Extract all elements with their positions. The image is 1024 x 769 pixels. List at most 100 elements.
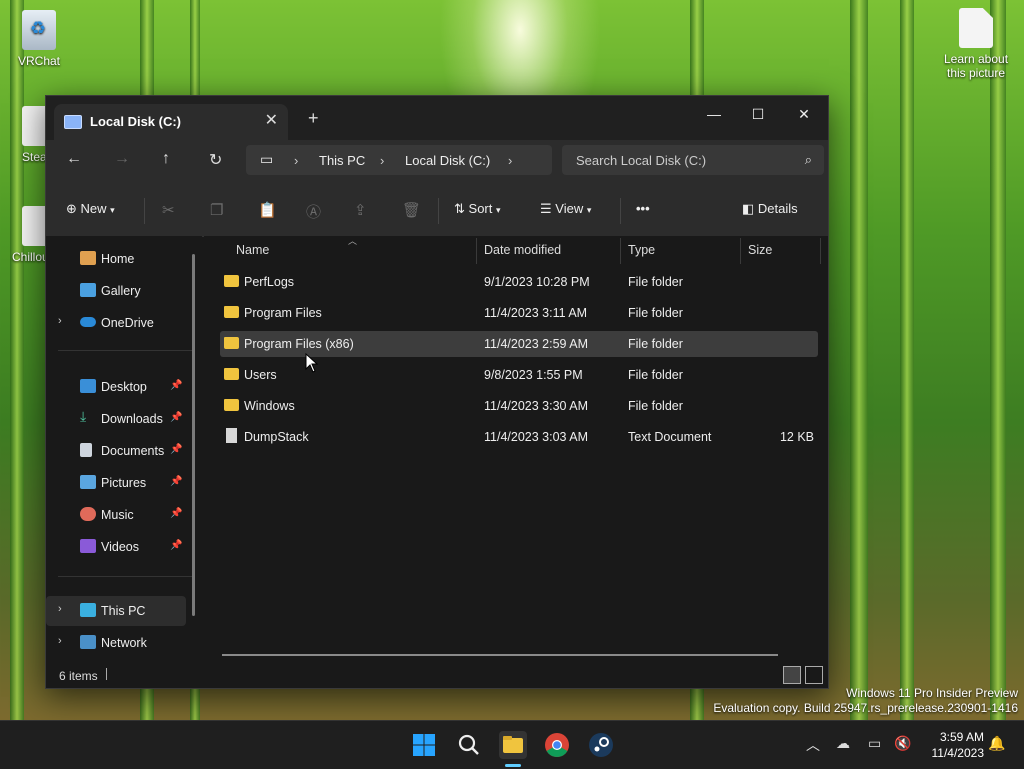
sidebar-item-music[interactable]: Music 📌	[46, 500, 186, 530]
start-button[interactable]	[410, 731, 438, 759]
paste-icon[interactable]: 📋	[258, 201, 277, 219]
file-explorer-taskbar-button[interactable]	[499, 731, 527, 767]
drive-icon	[64, 115, 82, 129]
delete-icon[interactable]: 🗑	[402, 201, 421, 219]
search-input[interactable]: Search Local Disk (C:) ⌕	[562, 145, 824, 175]
details-view-icon[interactable]	[783, 666, 801, 684]
column-divider[interactable]	[740, 238, 741, 264]
share-icon[interactable]: ⇪	[354, 201, 367, 219]
download-icon: ⤓	[80, 408, 87, 424]
clock[interactable]: 3:59 AM 11/4/2023	[932, 729, 985, 761]
breadcrumb-this-pc[interactable]: This PC	[319, 153, 365, 168]
chevron-right-icon: ›	[58, 635, 62, 647]
sidebar-item-videos[interactable]: Videos 📌	[46, 532, 186, 562]
pin-icon: 📌	[170, 412, 183, 423]
file-name: Program Files (x86)	[244, 337, 354, 351]
desktop-icon-steam[interactable]: Stea	[0, 106, 56, 164]
sort-label: Sort	[468, 201, 493, 216]
tab-local-disk[interactable]: Local Disk (C:) ✕	[54, 104, 288, 140]
address-bar: ← → ↑ ↻ ▭ › This PC › Local Disk (C:) › …	[46, 140, 828, 184]
chevron-right-icon: ›	[380, 153, 385, 168]
sidebar-item-downloads[interactable]: ⤓ Downloads 📌	[46, 404, 186, 434]
network-status-icon[interactable]: ▭	[868, 735, 881, 752]
chrome-taskbar-button[interactable]	[543, 731, 571, 759]
sidebar-item-network[interactable]: › Network	[46, 628, 186, 658]
breadcrumb-local-disk[interactable]: Local Disk (C:)	[405, 153, 490, 168]
search-icon: ⌕	[804, 152, 812, 167]
search-icon	[458, 734, 479, 755]
steam-taskbar-button[interactable]	[587, 731, 615, 759]
column-divider[interactable]	[476, 238, 477, 264]
file-list: ︿ Name Date modified Type Size PerfLogs …	[204, 236, 828, 656]
gallery-icon	[80, 283, 96, 297]
close-window-button[interactable]: ✕	[784, 100, 824, 128]
details-button[interactable]: ◧ Details	[742, 201, 798, 217]
tiles-view-icon[interactable]	[805, 666, 823, 684]
folder-icon	[503, 736, 523, 753]
more-options-button[interactable]: •••	[636, 201, 650, 216]
sidebar-item-gallery[interactable]: Gallery	[46, 276, 186, 306]
table-row[interactable]: DumpStack 11/4/2023 3:03 AM Text Documen…	[220, 424, 818, 450]
column-name[interactable]: Name	[236, 243, 269, 257]
watermark-line2: Evaluation copy. Build 25947.rs_prerelea…	[713, 701, 1018, 715]
close-tab-icon[interactable]: ✕	[265, 110, 278, 130]
sidebar-item-onedrive[interactable]: › OneDrive	[46, 308, 186, 338]
column-date-modified[interactable]: Date modified	[484, 243, 561, 257]
cut-icon[interactable]: ✂	[162, 201, 175, 219]
details-label: Details	[757, 201, 798, 216]
sidebar-scrollbar[interactable]	[192, 254, 195, 616]
clock-date: 11/4/2023	[931, 746, 985, 760]
sidebar-item-label: Videos	[101, 540, 139, 554]
recycle-bin-icon	[22, 10, 56, 50]
column-divider[interactable]	[620, 238, 621, 264]
sidebar-item-label: Gallery	[101, 284, 141, 298]
new-button[interactable]: ⊕ New ▾	[66, 201, 115, 217]
steam-icon	[589, 733, 613, 757]
sidebar-item-this-pc[interactable]: › This PC	[46, 596, 186, 626]
table-row[interactable]: Windows 11/4/2023 3:30 AM File folder	[220, 393, 818, 419]
sidebar-item-pictures[interactable]: Pictures 📌	[46, 468, 186, 498]
active-indicator	[505, 764, 521, 767]
desktop-icon-chillout[interactable]: Chillou	[0, 206, 56, 264]
horizontal-scrollbar[interactable]	[222, 654, 778, 656]
sort-button[interactable]: ⇅ Sort ▾	[454, 201, 501, 217]
volume-muted-icon[interactable]: 🔇	[894, 735, 911, 752]
desktop-icon-learn-picture[interactable]: Learn about this picture	[938, 8, 1014, 80]
minimize-button[interactable]: —	[694, 100, 734, 128]
sidebar-item-desktop[interactable]: Desktop 📌	[46, 372, 186, 402]
column-size[interactable]: Size	[748, 243, 772, 257]
file-size: 12 KB	[779, 430, 814, 444]
up-icon[interactable]: ↑	[162, 150, 170, 168]
watermark-line1: Windows 11 Pro Insider Preview	[846, 686, 1018, 700]
new-tab-button[interactable]: +	[308, 108, 319, 129]
table-row[interactable]: Program Files 11/4/2023 3:11 AM File fol…	[220, 300, 818, 326]
notification-bell-icon[interactable]: 🔔	[988, 735, 1005, 752]
search-button[interactable]	[455, 731, 483, 759]
onedrive-icon[interactable]: ☁	[836, 735, 850, 752]
breadcrumb[interactable]: ▭ › This PC › Local Disk (C:) ›	[246, 145, 552, 175]
sidebar-item-label: Desktop	[101, 380, 147, 394]
refresh-icon[interactable]: ↻	[209, 150, 222, 170]
folder-icon	[224, 306, 239, 318]
maximize-button[interactable]: ☐	[738, 100, 778, 128]
file-type: File folder	[628, 399, 683, 413]
sidebar-item-home[interactable]: Home	[46, 244, 186, 274]
chevron-right-icon: ›	[58, 315, 62, 327]
column-type[interactable]: Type	[628, 243, 655, 257]
copy-icon[interactable]: ❐	[210, 201, 223, 219]
chevron-up-icon[interactable]: ︿	[806, 735, 820, 755]
chevron-down-icon: ▾	[496, 205, 501, 215]
chevron-down-icon: ▾	[586, 205, 592, 215]
sidebar-item-documents[interactable]: Documents 📌	[46, 436, 186, 466]
new-label: New	[80, 201, 107, 216]
column-divider[interactable]	[820, 238, 821, 264]
sidebar-item-label: Music	[101, 508, 134, 522]
pin-icon: 📌	[170, 540, 183, 551]
forward-icon[interactable]: →	[114, 150, 130, 168]
desktop-icon-recycle-bin[interactable]: VRChat	[4, 10, 74, 68]
back-icon[interactable]: ←	[66, 150, 82, 168]
table-row[interactable]: PerfLogs 9/1/2023 10:28 PM File folder	[220, 269, 818, 295]
rename-icon[interactable]: Ⓐ	[306, 201, 321, 222]
view-button[interactable]: ☰ View ▾	[540, 201, 591, 217]
taskbar: ︿ ☁ ▭ 🔇 3:59 AM 11/4/2023 🔔	[0, 720, 1024, 769]
